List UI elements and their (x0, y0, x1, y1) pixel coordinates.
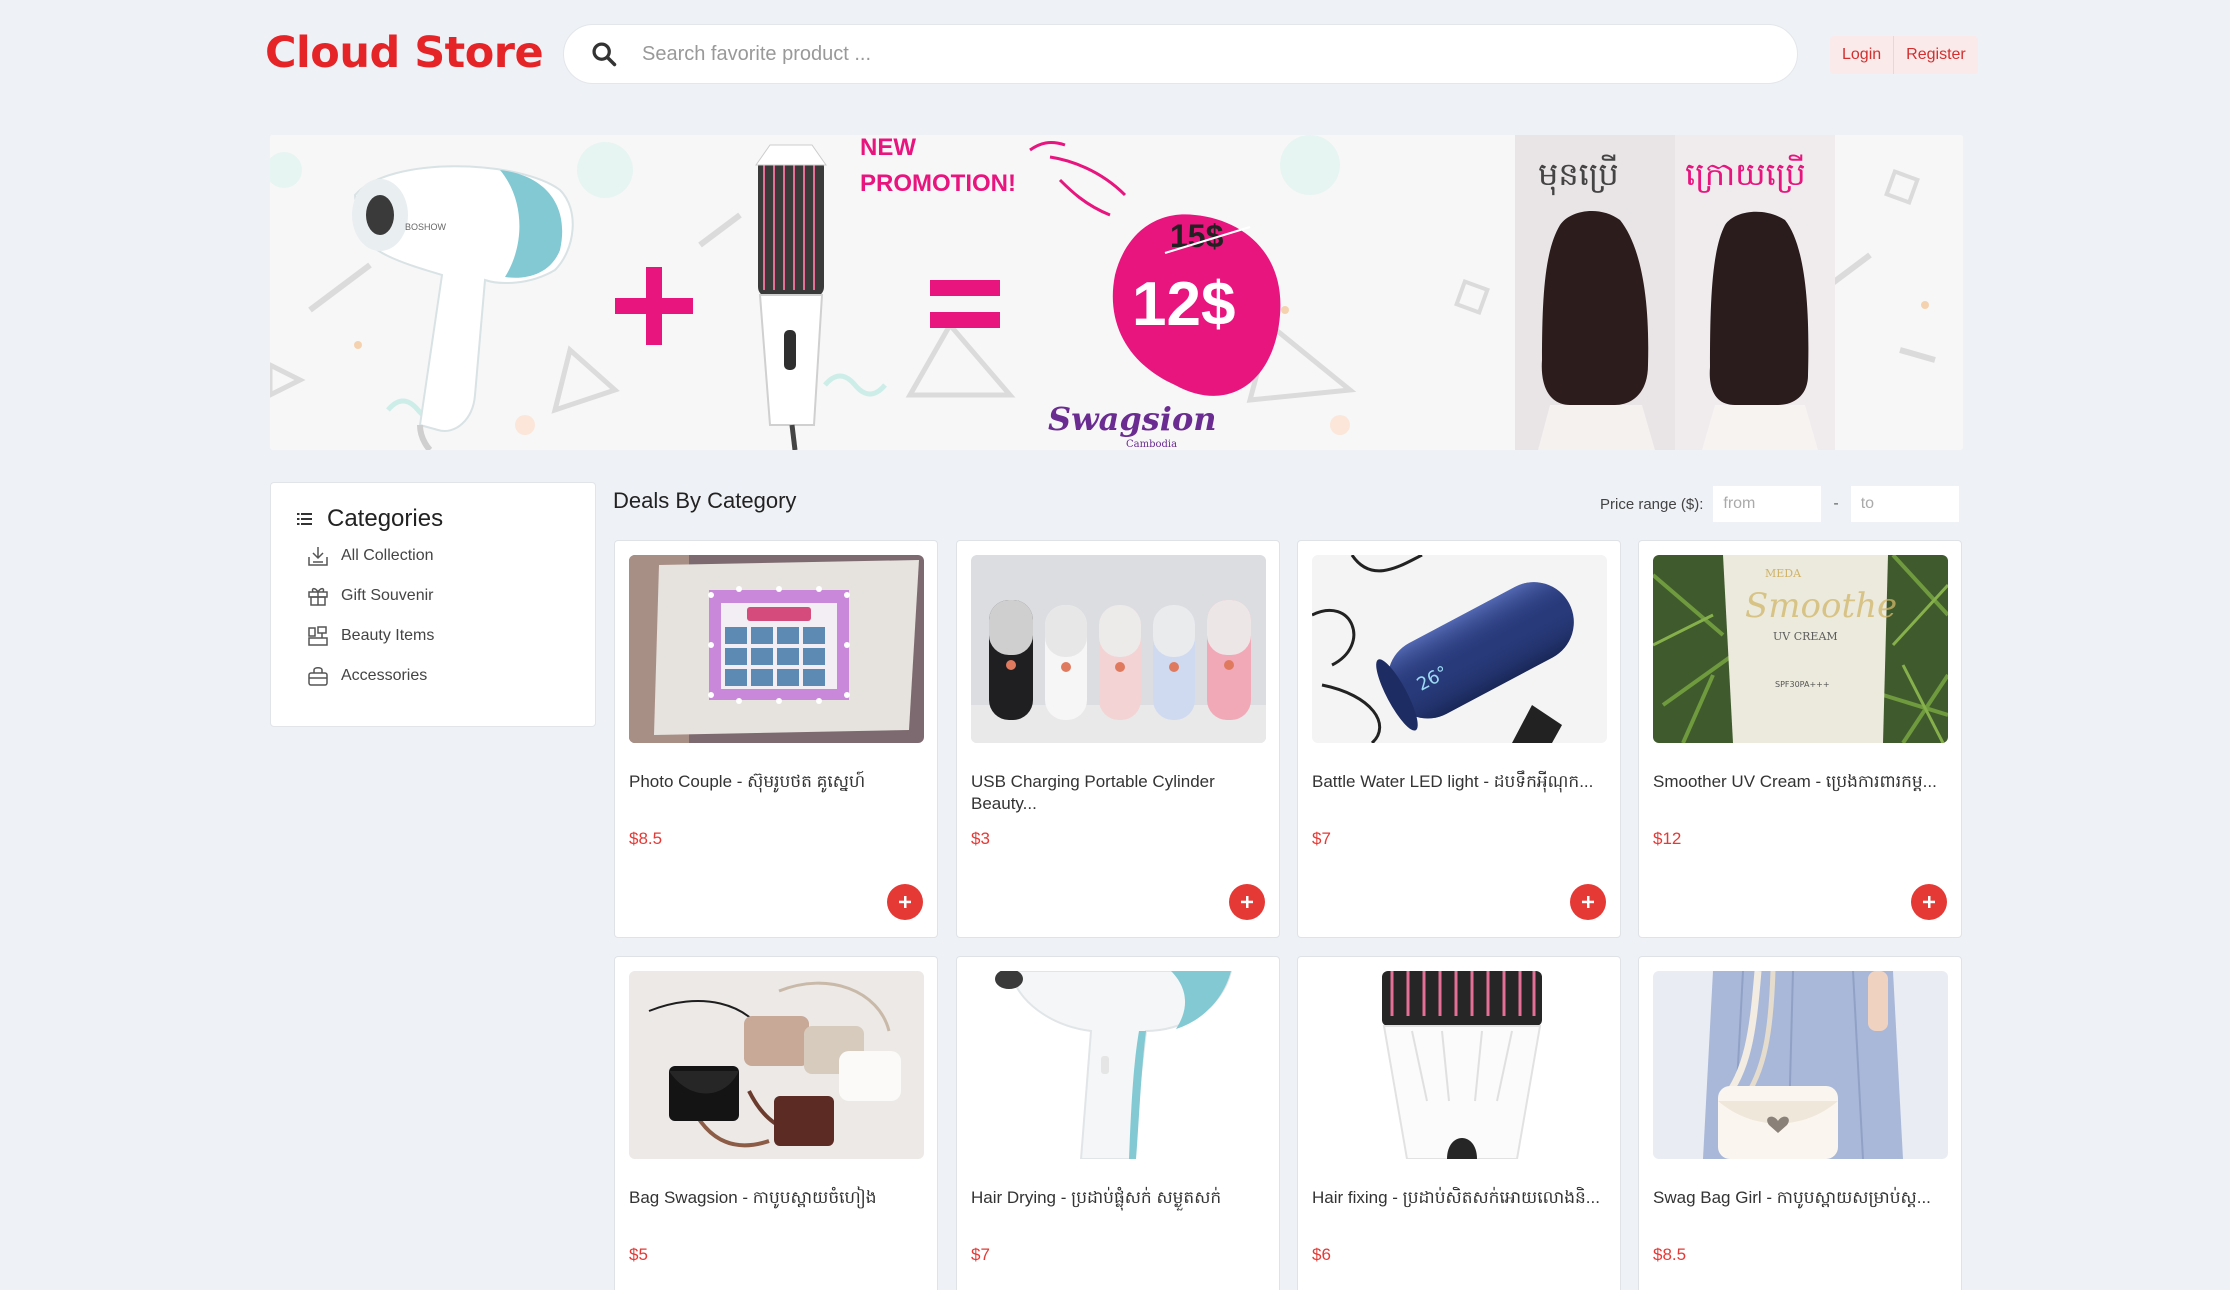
add-to-cart-button[interactable] (887, 884, 923, 920)
search-bar[interactable] (563, 24, 1798, 84)
price-range-label: Price range ($): (1600, 495, 1704, 513)
product-image-photo-frame[interactable] (629, 555, 924, 743)
product-image-hair-dryer[interactable] (971, 971, 1266, 1159)
product-image-hair-brush[interactable] (1312, 971, 1607, 1159)
after-label: ក្រោយប្រើ (1685, 154, 1806, 193)
product-price: $12 (1653, 829, 1682, 848)
categories-header: Categories (297, 505, 443, 533)
product-price: $3 (971, 829, 990, 848)
product-price: $7 (1312, 829, 1331, 848)
sidebar-item-label: All Collection (341, 547, 434, 564)
product-image-bags[interactable] (629, 971, 924, 1159)
plus-icon (1241, 896, 1253, 908)
sidebar-item-label: Beauty Items (341, 627, 435, 644)
product-name[interactable]: Bag Swagsion - កាបូបស្ពាយចំហៀង (629, 1187, 925, 1209)
product-card[interactable]: Photo Couple - ស៊ុមរូបថត គូស្នេហ៍ $8.5 (614, 540, 938, 938)
product-image-uv-cream[interactable]: MEDA Smoothe UV CREAM SPF30PA+++ (1653, 555, 1948, 743)
before-label: មុនប្រើ (1538, 154, 1619, 196)
product-name[interactable]: Photo Couple - ស៊ុមរូបថត គូស្នេហ៍ (629, 771, 925, 793)
add-to-cart-button[interactable] (1570, 884, 1606, 920)
product-card[interactable]: USB Charging Portable Cylinder Beauty...… (956, 540, 1280, 938)
product-price: $8.5 (629, 829, 663, 848)
sidebar-item-accessories[interactable]: Accessories (307, 665, 427, 687)
login-button[interactable]: Login (1830, 36, 1895, 74)
product-name[interactable]: USB Charging Portable Cylinder Beauty... (971, 771, 1267, 815)
sidebar-item-all-collection[interactable]: All Collection (307, 545, 433, 567)
beauty-items-icon (308, 626, 328, 646)
categories-title: Categories (327, 505, 444, 532)
svg-text:SPF30PA+++: SPF30PA+++ (1775, 680, 1830, 689)
plus-icon (1582, 896, 1594, 908)
product-name[interactable]: Swag Bag Girl - កាបូបស្ពាយសម្រាប់ស្ត... (1653, 1187, 1949, 1209)
plus-icon (899, 896, 911, 908)
product-price: $5 (629, 1245, 648, 1264)
svg-text:MEDA: MEDA (1765, 567, 1802, 580)
brand-text: Swagsion (1048, 400, 1217, 438)
product-image-nano-mist-sprayers[interactable] (971, 555, 1266, 743)
search-input[interactable] (642, 42, 1742, 66)
product-name[interactable]: Battle Water LED light - ដបទឹកអុីណុក... (1312, 771, 1608, 793)
product-card[interactable]: 26° Battle Water LED light - ដបទឹកអុីណុក… (1297, 540, 1621, 938)
sidebar-item-beauty-items[interactable]: Beauty Items (307, 625, 434, 647)
product-price: $7 (971, 1245, 990, 1264)
gift-icon (308, 587, 328, 606)
add-to-cart-button[interactable] (1229, 884, 1265, 920)
product-card[interactable]: Swag Bag Girl - កាបូបស្ពាយសម្រាប់ស្ត... … (1638, 956, 1962, 1290)
product-card[interactable]: Hair Drying - ប្រដាប់ផ្លុំសក់ សម្ងួតសក់ … (956, 956, 1280, 1290)
product-image-white-bag[interactable] (1653, 971, 1948, 1159)
download-tray-icon (308, 547, 328, 566)
promo-banner[interactable]: BOSHOW NEW PROMOTION! 15$ 12$ Swagsion C… (270, 135, 1963, 450)
plus-icon (1923, 896, 1935, 908)
sidebar-item-gift-souvenir[interactable]: Gift Souvenir (307, 585, 433, 607)
product-name[interactable]: Smoother UV Cream - ប្រេងការពារកម្ត... (1653, 771, 1949, 793)
price-range-dash: - (1833, 495, 1839, 512)
product-card[interactable]: Hair fixing - ប្រដាប់សិតសក់អោយលោងនិ... $… (1297, 956, 1621, 1290)
price-to-input[interactable] (1850, 486, 1959, 522)
promo-new-text: NEW (860, 135, 916, 161)
list-icon (297, 513, 312, 525)
product-price: $6 (1312, 1245, 1331, 1264)
add-to-cart-button[interactable] (1911, 884, 1947, 920)
svg-text:UV CREAM: UV CREAM (1773, 630, 1838, 643)
new-price-text: 12$ (1132, 270, 1235, 339)
product-name[interactable]: Hair Drying - ប្រដាប់ផ្លុំសក់ សម្ងួតសក់ (971, 1187, 1267, 1209)
auth-buttons: Login Register (1830, 36, 1978, 74)
product-name[interactable]: Hair fixing - ប្រដាប់សិតសក់អោយលោងនិ... (1312, 1187, 1608, 1209)
logo[interactable]: Cloud Store (265, 28, 544, 78)
svg-text:Smoothe: Smoothe (1745, 586, 1897, 626)
product-price: $8.5 (1653, 1245, 1687, 1264)
price-range-filter: Price range ($): - (1600, 486, 1959, 522)
brand-sub-text: Cambodia (1126, 439, 1177, 450)
promo-promotion-text: PROMOTION! (860, 170, 1016, 197)
categories-sidebar: Categories All Collection Gift Souvenir … (270, 482, 596, 727)
price-from-input[interactable] (1713, 486, 1822, 522)
product-card[interactable]: MEDA Smoothe UV CREAM SPF30PA+++ Smoothe… (1638, 540, 1962, 938)
sidebar-item-label: Accessories (341, 667, 428, 684)
device-brand-text: BOSHOW (405, 222, 447, 232)
sidebar-item-label: Gift Souvenir (341, 587, 434, 604)
bag-icon (308, 667, 328, 686)
product-image-blue-bottle[interactable]: 26° (1312, 555, 1607, 743)
deals-title: Deals By Category (613, 488, 797, 513)
register-button[interactable]: Register (1894, 36, 1978, 74)
search-icon[interactable] (590, 40, 618, 68)
product-card[interactable]: Bag Swagsion - កាបូបស្ពាយចំហៀង $5 (614, 956, 938, 1290)
